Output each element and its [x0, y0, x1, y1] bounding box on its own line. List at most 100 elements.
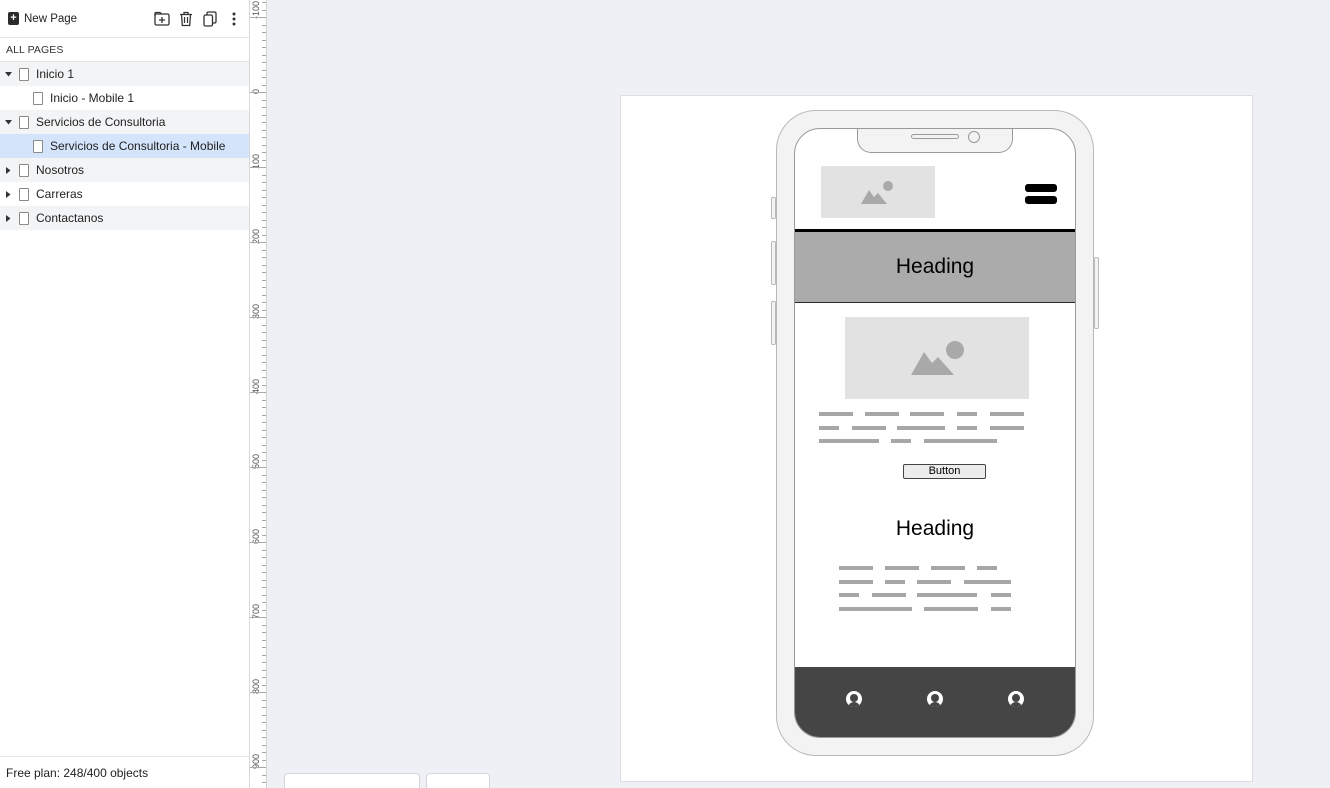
page-icon: [19, 67, 29, 81]
undo-redo-control[interactable]: [426, 773, 490, 788]
ruler-tick: [262, 587, 266, 588]
hamburger-menu-icon[interactable]: [1025, 184, 1057, 206]
tree-item-label: Carreras: [36, 187, 83, 201]
ruler-tick: [262, 729, 266, 731]
phone-mockup[interactable]: Heading Button Heading: [771, 110, 1099, 756]
tree-item-label: Servicios de Consultoria - Mobile: [50, 139, 226, 153]
ruler-tick: [262, 107, 266, 108]
ruler-tick: [262, 722, 266, 723]
ruler-tick: [250, 17, 266, 18]
page-icon: [33, 91, 43, 105]
ruler-tick: [262, 272, 266, 273]
zoom-control[interactable]: [284, 773, 420, 788]
add-page-icon[interactable]: [153, 10, 171, 28]
ruler-tick: [262, 39, 266, 41]
new-page-button[interactable]: + New Page: [8, 12, 77, 25]
ruler-tick: [262, 399, 266, 401]
ruler-tick: [262, 347, 266, 348]
ruler-tick: [262, 564, 266, 566]
tree-item-label: Servicios de Consultoria: [36, 115, 166, 129]
ruler-tick: [262, 609, 266, 611]
tree-item-label: Inicio 1: [36, 67, 75, 81]
ruler-tick: [262, 144, 266, 146]
ruler-tick: [262, 647, 266, 648]
ruler-tick: [262, 32, 266, 33]
ruler-tick: [262, 137, 266, 138]
ruler-tick: [262, 197, 266, 198]
caret-down-icon[interactable]: [2, 119, 14, 125]
tree-item-servicios-mobile[interactable]: Servicios de Consultoria - Mobile: [0, 134, 249, 158]
new-page-label: New Page: [24, 12, 78, 25]
ruler-tick: [262, 339, 266, 341]
ruler-tick: [262, 437, 266, 438]
ruler-tick: [262, 579, 266, 581]
all-pages-header: ALL PAGES: [0, 38, 249, 62]
ruler-tick: [262, 174, 266, 176]
more-vertical-icon[interactable]: [225, 10, 243, 28]
page-icon: [19, 163, 29, 177]
ruler-tick: [262, 752, 266, 753]
ruler-tick: [262, 362, 266, 363]
ruler-tick: [262, 549, 266, 551]
ruler-tick: [262, 384, 266, 386]
mockup-button[interactable]: Button: [903, 464, 986, 479]
trash-icon[interactable]: [177, 10, 195, 28]
page-icon: [19, 211, 29, 225]
logo-image-placeholder[interactable]: [821, 166, 935, 218]
ruler-tick: [262, 84, 266, 86]
ruler-tick: [262, 332, 266, 333]
phone-side-button: [771, 241, 776, 285]
ruler-tick: [262, 572, 266, 573]
phone-side-button: [1094, 257, 1099, 329]
ruler-tick: [262, 519, 266, 521]
tree-item-label: Nosotros: [36, 163, 85, 177]
caret-right-icon[interactable]: [2, 214, 14, 222]
plus-icon: +: [8, 12, 19, 25]
ruler-tick: [262, 279, 266, 281]
ruler-tick: [262, 189, 266, 191]
ruler-tick: [262, 54, 266, 56]
ruler-tick: [250, 242, 266, 243]
ruler-tick: [262, 497, 266, 498]
user-icon[interactable]: [927, 691, 943, 707]
ruler-tick: [250, 467, 266, 468]
plan-status: Free plan: 248/400 objects: [0, 756, 250, 788]
tree-item-carreras[interactable]: Carreras: [0, 182, 249, 206]
ruler-tick: [262, 152, 266, 153]
ruler-tick: [250, 317, 266, 318]
ruler-tick: [262, 429, 266, 431]
ruler-tick: [262, 369, 266, 371]
ruler-tick: [262, 459, 266, 461]
tree-item-nosotros[interactable]: Nosotros: [0, 158, 249, 182]
ruler-tick: [250, 767, 266, 768]
page-icon: [19, 187, 29, 201]
phone-screen: Heading Button Heading: [794, 128, 1076, 738]
duplicate-icon[interactable]: [201, 10, 219, 28]
caret-right-icon[interactable]: [2, 190, 14, 198]
section-heading: Heading: [895, 517, 975, 540]
bottom-navigation-bar: [795, 667, 1075, 737]
user-icon[interactable]: [1008, 691, 1024, 707]
ruler-tick: [262, 204, 266, 206]
ruler-tick: [262, 774, 266, 776]
ruler-tick: [262, 69, 266, 71]
hero-banner[interactable]: Heading: [795, 232, 1075, 303]
ruler-tick: [250, 92, 266, 93]
ruler-tick: [262, 159, 266, 161]
tree-item-servicios[interactable]: Servicios de Consultoria: [0, 110, 249, 134]
ruler-tick: [262, 377, 266, 378]
tree-item-inicio-mobile-1[interactable]: Inicio - Mobile 1: [0, 86, 249, 110]
ruler-tick: [262, 684, 266, 686]
content-image-placeholder[interactable]: [845, 317, 1029, 399]
design-canvas[interactable]: Heading Button Heading: [268, 0, 1330, 788]
ruler-tick: [262, 414, 266, 416]
ruler-tick: [262, 2, 266, 3]
ruler-tick: [262, 489, 266, 491]
tree-item-contactanos[interactable]: Contactanos: [0, 206, 249, 230]
ruler-tick: [262, 122, 266, 123]
user-icon[interactable]: [846, 691, 862, 707]
tree-item-inicio-1[interactable]: Inicio 1: [0, 62, 249, 86]
ruler-tick: [262, 534, 266, 536]
caret-right-icon[interactable]: [2, 166, 14, 174]
caret-down-icon[interactable]: [2, 71, 14, 77]
